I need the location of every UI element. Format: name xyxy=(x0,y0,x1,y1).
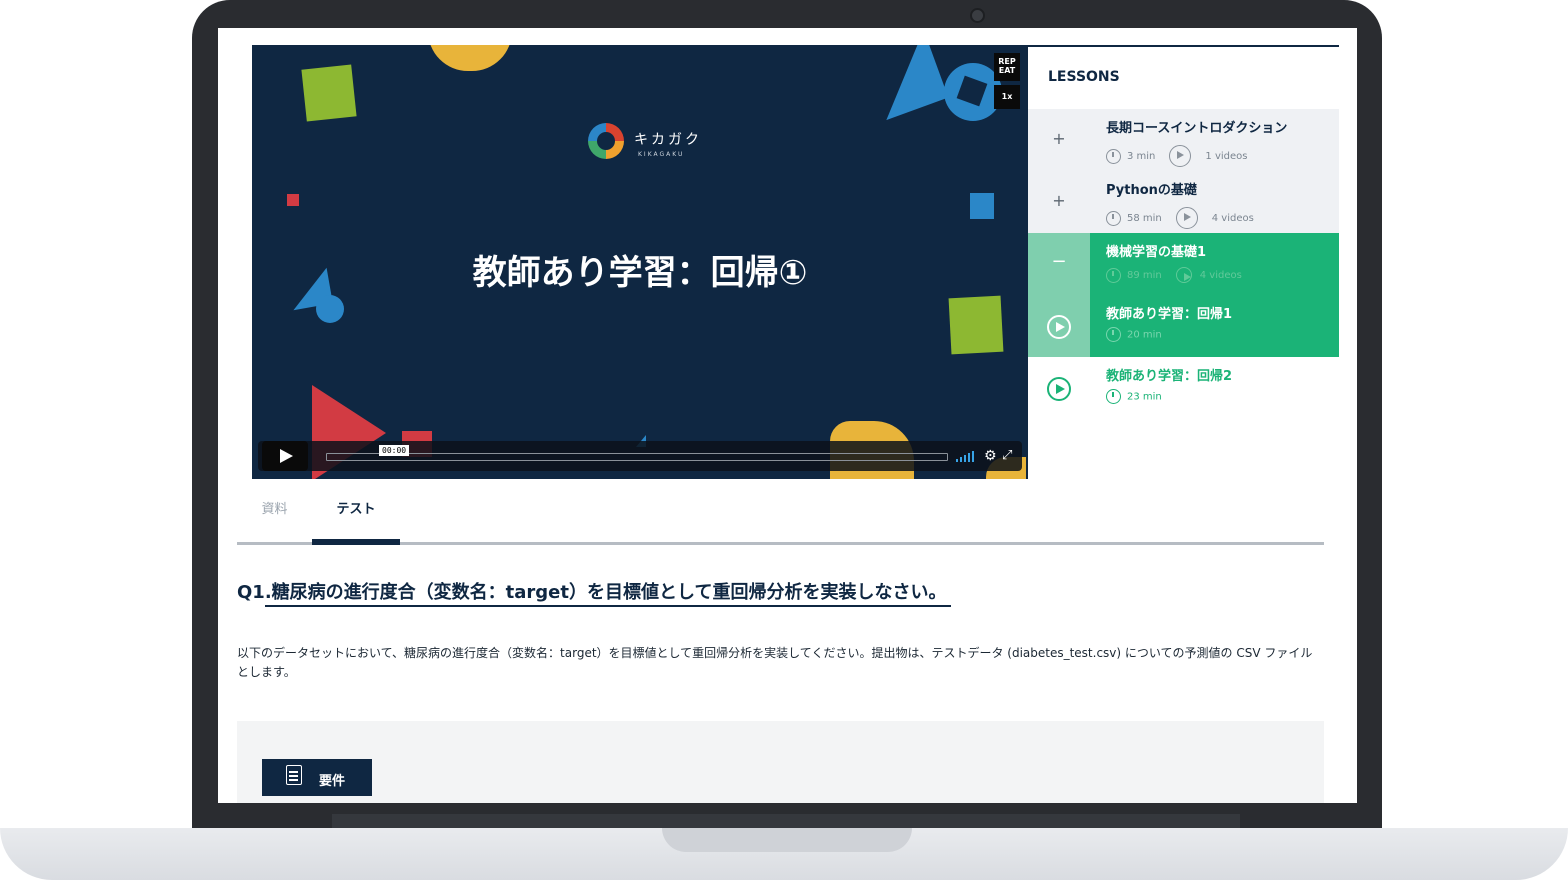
clock-icon xyxy=(1106,267,1121,283)
lesson-gutter xyxy=(1028,357,1090,419)
progress-bar[interactable]: 00:00 xyxy=(326,445,948,461)
lesson-body[interactable]: 教師あり学習：回帰2 23 min xyxy=(1090,357,1339,419)
tab-test[interactable]: テスト xyxy=(312,493,400,542)
decor-green-square xyxy=(301,64,357,122)
lesson-body[interactable]: 長期コースイントロダクション 3 min 1 videos xyxy=(1090,109,1339,171)
clock-icon xyxy=(1106,210,1121,226)
lesson-duration: 20 min xyxy=(1127,329,1162,341)
time-tooltip: 00:00 xyxy=(379,445,410,456)
expand-plus-icon[interactable]: + xyxy=(1028,191,1090,210)
lesson-meta: 3 min 1 videos xyxy=(1106,145,1247,167)
question-title: Q1.糖尿病の進行度合（変数名：target）を目標値として重回帰分析を実装しな… xyxy=(237,582,947,603)
logo-text: キカガク xyxy=(634,132,702,148)
lesson-body[interactable]: 機械学習の基礎1 89 min 4 videos xyxy=(1090,233,1339,295)
video-count-play-icon xyxy=(1175,207,1198,229)
lesson-gutter: + xyxy=(1028,109,1090,171)
lesson-gutter xyxy=(1028,295,1090,357)
lesson-video-title: 教師あり学習：回帰2 xyxy=(1106,369,1233,384)
expand-plus-icon[interactable]: + xyxy=(1028,129,1090,148)
logo-ring-icon xyxy=(588,123,624,159)
repeat-label-line1: REP xyxy=(998,57,1016,66)
kikagaku-logo: キカガク KIKAGAKU xyxy=(588,123,708,167)
question-underline xyxy=(265,605,951,607)
video-player[interactable]: キカガク KIKAGAKU 教師あり学習：回帰① REP EAT 1x 00:0… xyxy=(252,45,1028,479)
decor-green-square-right xyxy=(948,295,1004,355)
camera-icon xyxy=(970,8,985,23)
settings-gear-icon[interactable]: ⚙ xyxy=(984,449,997,463)
lesson-video[interactable]: 教師あり学習：回帰2 23 min xyxy=(1028,357,1339,419)
playback-speed-button[interactable]: 1x xyxy=(994,85,1020,109)
lesson-section-title: Pythonの基礎 xyxy=(1106,183,1197,198)
lesson-section[interactable]: + Pythonの基礎 58 min 4 videos xyxy=(1028,171,1339,233)
tab-materials[interactable]: 資料 xyxy=(237,493,312,542)
lesson-body[interactable]: 教師あり学習：回帰1 20 min xyxy=(1090,295,1339,357)
document-icon xyxy=(286,765,302,785)
decor-blue-square xyxy=(970,193,994,219)
lesson-body[interactable]: Pythonの基礎 58 min 4 videos xyxy=(1090,171,1339,233)
content-tabs: 資料 テスト xyxy=(237,493,1324,545)
requirements-label: 要件 xyxy=(319,774,346,789)
video-count-play-icon xyxy=(1169,145,1192,167)
decor-blue-triangle xyxy=(861,45,949,121)
lesson-section-title: 機械学習の基礎1 xyxy=(1106,245,1207,260)
clock-icon xyxy=(1106,389,1121,404)
video-controls: 00:00 ⚙ ⤢ xyxy=(258,441,1022,471)
repeat-label-line2: EAT xyxy=(998,66,1016,75)
lesson-section-title: 長期コースイントロダクション xyxy=(1106,121,1288,136)
volume-icon[interactable] xyxy=(956,450,976,462)
lesson-meta: 20 min xyxy=(1106,327,1162,342)
fullscreen-icon[interactable]: ⤢ xyxy=(1002,449,1012,463)
clock-icon xyxy=(1106,327,1121,342)
play-button[interactable] xyxy=(262,441,308,471)
lessons-title: LESSONS xyxy=(1048,69,1120,85)
lesson-video-count: 4 videos xyxy=(1199,270,1242,281)
video-count-play-icon xyxy=(1175,267,1192,283)
lesson-section[interactable]: + 長期コースイントロダクション 3 min 1 videos xyxy=(1028,109,1339,171)
lesson-duration: 3 min xyxy=(1127,151,1156,162)
lesson-video-title: 教師あり学習：回帰1 xyxy=(1106,307,1233,322)
clock-icon xyxy=(1106,148,1121,164)
decor-yellow-shape xyxy=(428,45,512,71)
play-circle-icon xyxy=(1047,377,1071,401)
lesson-meta: 58 min 4 videos xyxy=(1106,207,1254,229)
decor-blue-dot xyxy=(316,295,344,323)
lesson-duration: 58 min xyxy=(1127,213,1162,224)
collapse-minus-icon[interactable]: − xyxy=(1028,251,1090,272)
slide-title: 教師あり学習：回帰① xyxy=(472,253,808,293)
question-description: 以下のデータセットにおいて、糖尿病の進行度合（変数名：target）を目標値とし… xyxy=(237,646,1313,679)
laptop-notch xyxy=(662,828,912,852)
lesson-duration: 23 min xyxy=(1127,391,1162,403)
lesson-gutter: + xyxy=(1028,171,1090,233)
repeat-button[interactable]: REP EAT xyxy=(994,53,1020,81)
lesson-meta: 89 min 4 videos xyxy=(1106,267,1242,283)
lesson-gutter: − xyxy=(1028,233,1090,295)
requirements-button[interactable]: 要件 xyxy=(262,759,372,796)
lesson-section-active[interactable]: − 機械学習の基礎1 89 min 4 videos xyxy=(1028,233,1339,295)
play-circle-icon xyxy=(1047,315,1071,339)
screen: キカガク KIKAGAKU 教師あり学習：回帰① REP EAT 1x 00:0… xyxy=(218,28,1357,803)
logo-subtext: KIKAGAKU xyxy=(638,151,685,158)
decor-red-square xyxy=(287,194,299,206)
lesson-video-count: 1 videos xyxy=(1205,151,1248,162)
requirements-panel: 要件 xyxy=(237,721,1324,803)
lesson-video-count: 4 videos xyxy=(1211,213,1254,224)
lesson-duration: 89 min xyxy=(1127,270,1162,281)
lesson-video-playing[interactable]: 教師あり学習：回帰1 20 min xyxy=(1028,295,1339,357)
active-tab-indicator xyxy=(312,539,400,545)
lesson-meta: 23 min xyxy=(1106,389,1162,404)
lessons-panel: LESSONS + 長期コースイントロダクション 3 min 1 videos +… xyxy=(1028,45,1339,440)
